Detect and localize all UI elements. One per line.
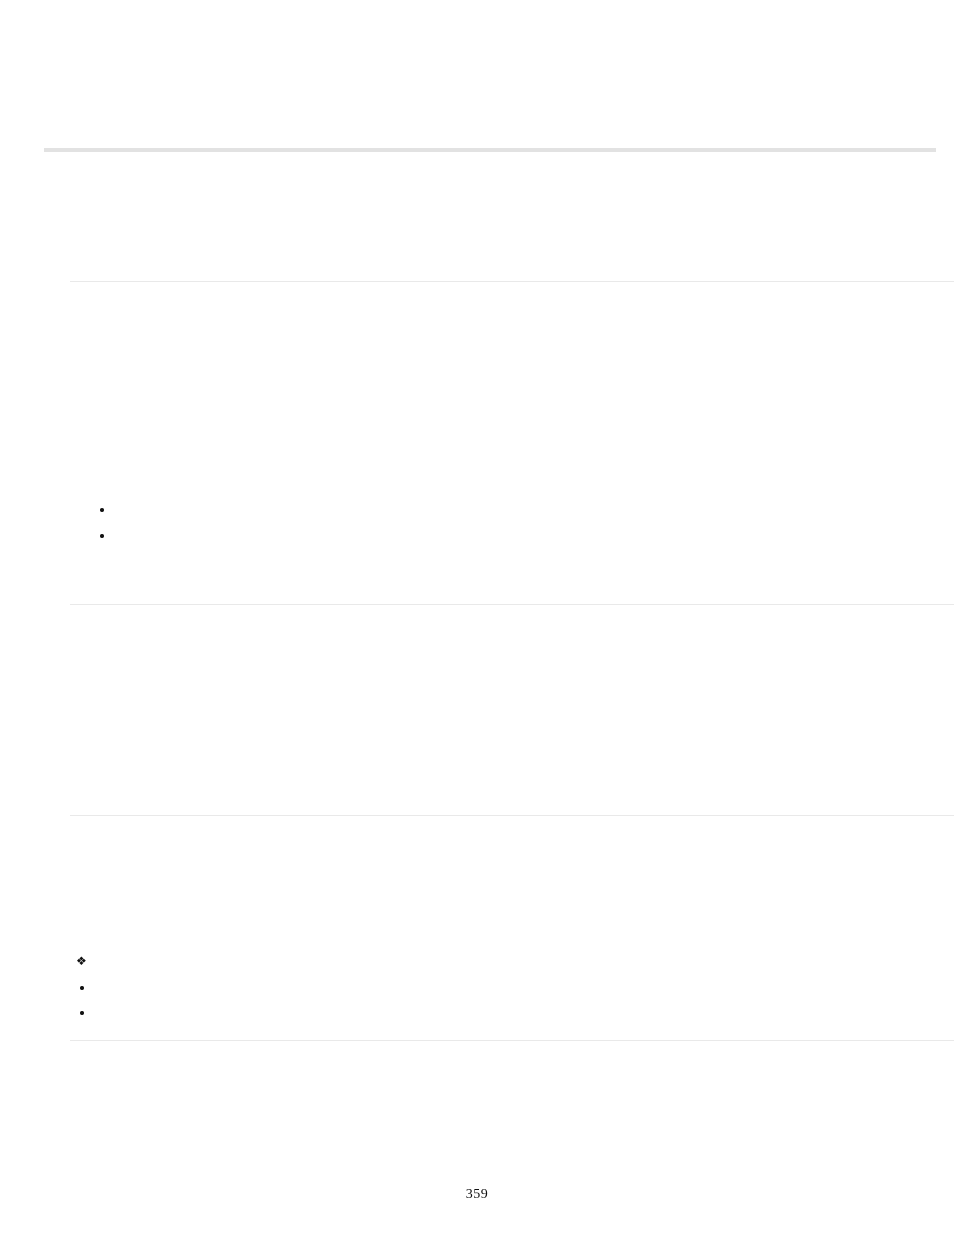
section-divider [70,604,954,605]
section-divider [70,1040,954,1041]
ornament-item: ❖ [70,949,908,973]
top-rule [44,148,936,152]
bullet-dot-icon [80,1011,84,1015]
list-item [70,976,908,1000]
section-divider [70,815,954,816]
bullet-dot-icon [80,986,84,990]
diamond-ornament-icon: ❖ [76,955,87,967]
page-number: 359 [0,1187,954,1203]
section-divider [70,281,954,282]
bullet-dot-icon [100,508,104,512]
list-item [70,498,908,522]
bullet-dot-icon [100,534,104,538]
list-item [70,1001,908,1025]
list-item [70,524,908,548]
